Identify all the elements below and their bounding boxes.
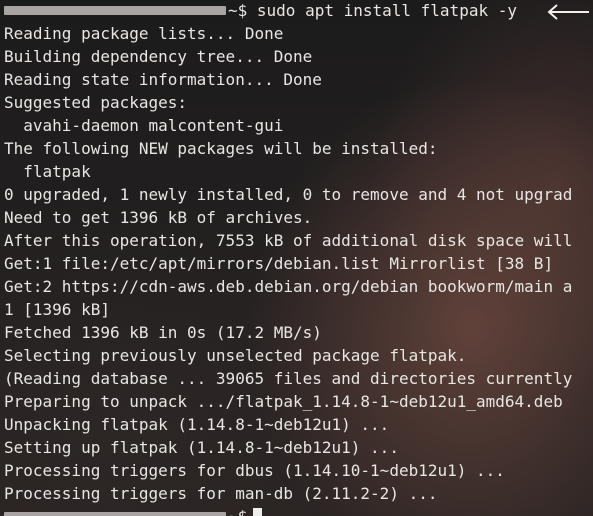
output-line: Reading package lists... Done xyxy=(4,24,284,43)
text-cursor xyxy=(253,507,263,516)
output-line: avahi-daemon malcontent-gui xyxy=(4,116,284,135)
command-line: ~$ sudo apt install flatpak -y xyxy=(4,0,572,22)
output-line: 1 [1396 kB] xyxy=(4,300,110,319)
output-line: Get:1 file:/etc/apt/mirrors/debian.list … xyxy=(4,254,554,273)
terminal-output: ~$ sudo apt install flatpak -y Reading p… xyxy=(4,0,572,516)
output-line: After this operation, 7553 kB of additio… xyxy=(4,231,573,250)
output-line: Setting up flatpak (1.14.8-1~deb12u1) ..… xyxy=(4,438,399,457)
output-line: (Reading database ... 39065 files and di… xyxy=(4,369,573,388)
output-line: Building dependency tree... Done xyxy=(4,47,313,66)
terminal-window[interactable]: ~$ sudo apt install flatpak -y Reading p… xyxy=(0,0,593,516)
output-line: 0 upgraded, 1 newly installed, 0 to remo… xyxy=(4,185,573,204)
output-line: Processing triggers for dbus (1.14.10-1~… xyxy=(4,461,505,480)
output-line: Unpacking flatpak (1.14.8-1~deb12u1) ... xyxy=(4,415,390,434)
output-line: Selecting previously unselected package … xyxy=(4,346,467,365)
output-line: Fetched 1396 kB in 0s (17.2 MB/s) xyxy=(4,323,322,342)
output-line: Need to get 1396 kB of archives. xyxy=(4,208,313,227)
output-line: The following NEW packages will be insta… xyxy=(4,139,438,158)
output-line: Get:2 https://cdn-aws.deb.debian.org/deb… xyxy=(4,277,573,296)
final-prompt-line[interactable]: ~$ xyxy=(4,505,572,516)
command-text: ~$ sudo apt install flatpak -y xyxy=(228,1,517,20)
output-line: Processing triggers for man-db (2.11.2-2… xyxy=(4,484,438,503)
final-prompt-text: ~$ xyxy=(228,505,247,516)
output-line: Suggested packages: xyxy=(4,93,188,112)
redacted-user-host xyxy=(4,6,226,15)
left-arrow-icon xyxy=(547,4,589,20)
output-line: Reading state information... Done xyxy=(4,70,322,89)
redacted-user-host xyxy=(4,512,226,516)
output-line: Preparing to unpack .../flatpak_1.14.8-1… xyxy=(4,392,563,411)
output-line: flatpak xyxy=(4,162,91,181)
